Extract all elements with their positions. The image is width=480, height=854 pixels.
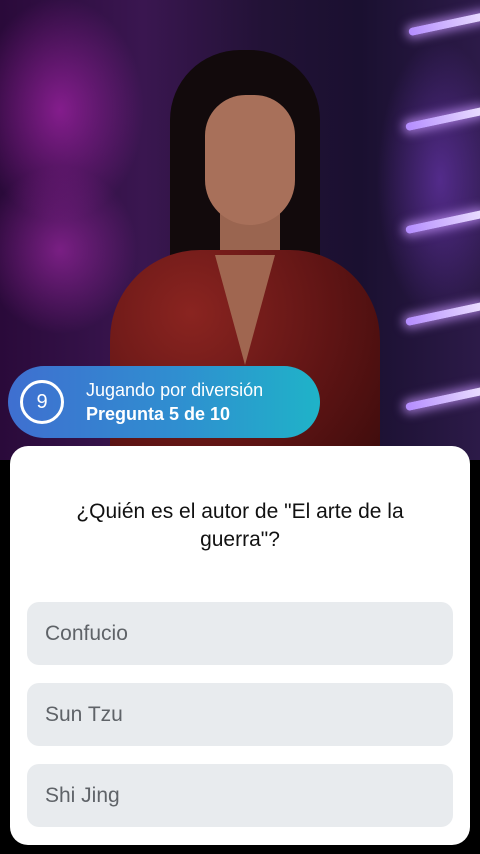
- question-card: ¿Quién es el autor de "El arte de la gue…: [10, 446, 470, 845]
- neon-light: [408, 11, 480, 37]
- presenter-face: [205, 95, 295, 225]
- game-mode-label: Jugando por diversión: [86, 380, 264, 400]
- neon-light: [405, 301, 480, 327]
- countdown-timer: 9: [20, 380, 64, 424]
- answer-option[interactable]: Shi Jing: [27, 764, 453, 827]
- question-progress: Pregunta 5 de 10: [86, 404, 231, 424]
- answer-option[interactable]: Confucio: [27, 602, 453, 665]
- game-status-pill: 9 Jugando por diversión Pregunta 5 de 10: [8, 366, 320, 438]
- presenter-neckline: [215, 255, 275, 365]
- answer-option[interactable]: Sun Tzu: [27, 683, 453, 746]
- status-text: Jugando por diversión Pregunta 5 de 10: [86, 378, 263, 426]
- quiz-screen: 9 Jugando por diversión Pregunta 5 de 10…: [0, 0, 480, 854]
- neon-light: [405, 106, 480, 132]
- neon-light: [405, 209, 480, 235]
- question-text: ¿Quién es el autor de "El arte de la gue…: [76, 500, 404, 551]
- neon-light: [405, 386, 480, 412]
